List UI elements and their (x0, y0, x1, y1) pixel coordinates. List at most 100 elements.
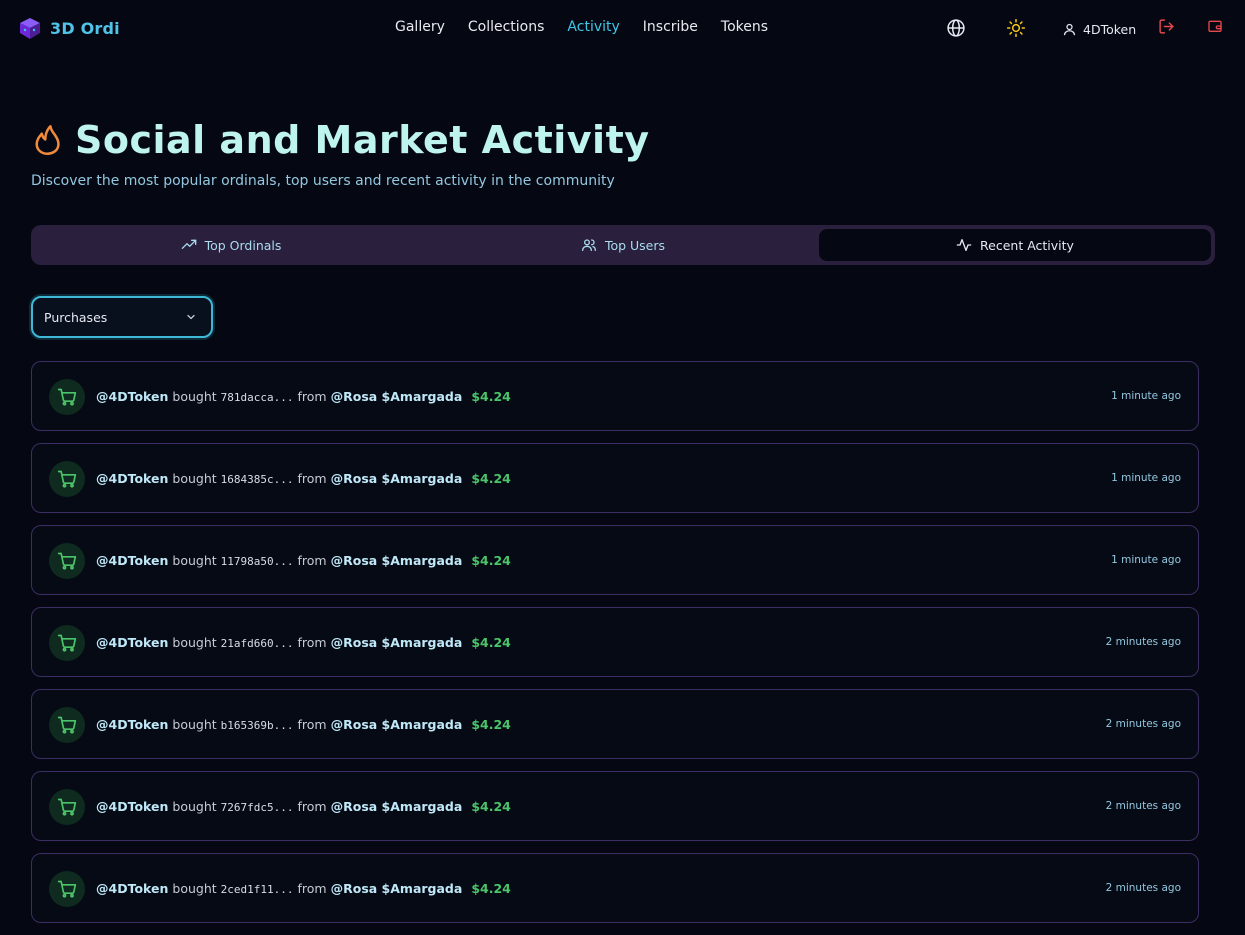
activity-text: @4DToken bought 21afd660... from @Rosa $Amar… (96, 635, 511, 650)
ordinal-hash-link[interactable]: 2ced1f11... (221, 883, 294, 896)
activity-row[interactable]: @4DToken bought 781dacca... from @Rosa $Amar… (31, 361, 1199, 431)
price-value: $4.24 (471, 389, 511, 404)
from-label: from (297, 635, 327, 650)
wallet-button[interactable] (1207, 18, 1223, 40)
buyer-link[interactable]: @4DToken (96, 799, 168, 814)
shopping-cart-icon (57, 470, 77, 488)
ordinal-hash-link[interactable]: 21afd660... (221, 637, 294, 650)
from-label: from (297, 881, 327, 896)
ordinal-hash-link[interactable]: 781dacca... (221, 391, 294, 404)
flame-icon (35, 125, 60, 155)
buyer-link[interactable]: @4DToken (96, 881, 168, 896)
activity-text: @4DToken bought 7267fdc5... from @Rosa $Amar… (96, 799, 511, 814)
from-label: from (297, 717, 327, 732)
shopping-cart-icon (57, 880, 77, 898)
nav-tokens[interactable]: Tokens (721, 19, 768, 35)
activity-type-select[interactable]: Purchases (31, 296, 213, 338)
activity-tabs: Top Ordinals Top Users Recent Activity (31, 225, 1215, 265)
activity-text: @4DToken bought 1684385c... from @Rosa $Amar… (96, 471, 511, 486)
ordinal-hash-link[interactable]: 1684385c... (221, 473, 294, 486)
timestamp: 1 minute ago (1111, 472, 1181, 484)
trending-up-icon (181, 239, 196, 249)
buyer-link[interactable]: @4DToken (96, 635, 168, 650)
user-name: 4DToken (1083, 21, 1137, 37)
top-navbar: 3D Ordi Gallery Collections Activity Ins… (0, 0, 1245, 58)
timestamp: 2 minutes ago (1105, 718, 1181, 730)
buyer-link[interactable]: @4DToken (96, 553, 168, 568)
tab-top-users[interactable]: Top Users (427, 229, 819, 261)
page-subtitle: Discover the most popular ordinals, top … (31, 173, 615, 189)
seller-link[interactable]: @Rosa $Amargada (331, 881, 463, 896)
activity-row[interactable]: @4DToken bought 7267fdc5... from @Rosa $Amar… (31, 771, 1199, 841)
purchase-badge (49, 707, 85, 743)
purchase-badge (49, 871, 85, 907)
activity-row[interactable]: @4DToken bought b165369b... from @Rosa $Amar… (31, 689, 1199, 759)
nav-activity[interactable]: Activity (567, 19, 619, 35)
shopping-cart-icon (57, 798, 77, 816)
price-value: $4.24 (471, 635, 511, 650)
timestamp: 2 minutes ago (1105, 800, 1181, 812)
page-title: Social and Market Activity (75, 118, 650, 162)
activity-text: @4DToken bought b165369b... from @Rosa $Amar… (96, 717, 511, 732)
ordinal-hash-link[interactable]: 7267fdc5... (221, 801, 294, 814)
activity-row[interactable]: @4DToken bought 11798a50... from @Rosa $Amar… (31, 525, 1199, 595)
purchase-badge (49, 543, 85, 579)
seller-link[interactable]: @Rosa $Amargada (331, 553, 463, 568)
ordinal-hash-link[interactable]: b165369b... (221, 719, 294, 732)
main-nav: Gallery Collections Activity Inscribe To… (395, 19, 791, 35)
logout-icon (1159, 19, 1174, 34)
tab-top-ordinals[interactable]: Top Ordinals (35, 229, 427, 261)
globe-icon (947, 19, 965, 37)
ordinal-hash-link[interactable]: 11798a50... (221, 555, 294, 568)
activity-verb: bought (172, 799, 217, 814)
logout-button[interactable] (1158, 18, 1175, 40)
activity-text: @4DToken bought 781dacca... from @Rosa $Amar… (96, 389, 511, 404)
seller-link[interactable]: @Rosa $Amargada (331, 389, 463, 404)
tab-label: Recent Activity (980, 237, 1074, 253)
nav-inscribe[interactable]: Inscribe (643, 19, 698, 35)
buyer-link[interactable]: @4DToken (96, 471, 168, 486)
seller-link[interactable]: @Rosa $Amargada (331, 799, 463, 814)
brand-logo[interactable]: 3D Ordi (18, 16, 120, 40)
price-value: $4.24 (471, 881, 511, 896)
wallet-icon (1208, 20, 1222, 32)
activity-row[interactable]: @4DToken bought 21afd660... from @Rosa $Amar… (31, 607, 1199, 677)
activity-icon (956, 239, 972, 251)
seller-link[interactable]: @Rosa $Amargada (331, 635, 463, 650)
price-value: $4.24 (471, 553, 511, 568)
tab-recent-activity[interactable]: Recent Activity (819, 229, 1211, 261)
from-label: from (297, 799, 327, 814)
seller-link[interactable]: @Rosa $Amargada (331, 717, 463, 732)
price-value: $4.24 (471, 471, 511, 486)
activity-verb: bought (172, 553, 217, 568)
nav-collections[interactable]: Collections (468, 19, 545, 35)
purchase-badge (49, 789, 85, 825)
user-icon (1063, 23, 1076, 35)
shopping-cart-icon (57, 552, 77, 570)
shopping-cart-icon (57, 716, 77, 734)
user-profile-button[interactable]: 4DToken (1062, 18, 1136, 40)
from-label: from (297, 553, 327, 568)
from-label: from (297, 389, 327, 404)
activity-list: @4DToken bought 781dacca... from @Rosa $Amar… (31, 361, 1199, 935)
activity-text: @4DToken bought 11798a50... from @Rosa $Amar… (96, 553, 511, 568)
language-button[interactable] (946, 18, 966, 40)
cube-logo-icon (20, 18, 40, 39)
from-label: from (297, 471, 327, 486)
buyer-link[interactable]: @4DToken (96, 717, 168, 732)
purchase-badge (49, 461, 85, 497)
activity-verb: bought (172, 717, 217, 732)
activity-verb: bought (172, 471, 217, 486)
seller-link[interactable]: @Rosa $Amargada (331, 471, 463, 486)
activity-text: @4DToken bought 2ced1f11... from @Rosa $Amar… (96, 881, 511, 896)
theme-toggle-button[interactable] (1006, 18, 1026, 40)
chevron-down-icon (187, 314, 195, 320)
users-icon (581, 239, 596, 251)
select-value: Purchases (44, 309, 108, 325)
activity-row[interactable]: @4DToken bought 1684385c... from @Rosa $Amar… (31, 443, 1199, 513)
activity-row[interactable]: @4DToken bought 2ced1f11... from @Rosa $Amar… (31, 853, 1199, 923)
tab-label: Top Ordinals (204, 237, 282, 253)
tab-label: Top Users (604, 237, 666, 253)
nav-gallery[interactable]: Gallery (395, 19, 445, 35)
buyer-link[interactable]: @4DToken (96, 389, 168, 404)
